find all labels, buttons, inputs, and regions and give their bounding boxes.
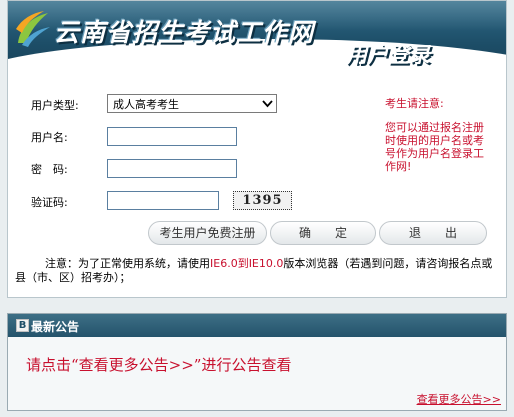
announcement-title: 最新公告 [31, 320, 80, 334]
password-label: 密 码: [31, 163, 68, 176]
announcement-header: B 最新公告 [8, 314, 506, 337]
site-banner: 云南省招生考试工作网 用户登录 [8, 1, 506, 77]
username-label: 用户名: [31, 131, 68, 144]
leaf-swoosh-logo-icon [16, 11, 50, 47]
chevron-down-icon [262, 100, 273, 108]
browser-note-prefix: 注意：为了正常使用系统，请使用 [45, 257, 210, 270]
browser-note: 注意：为了正常使用系统，请使用IE6.0到IE10.0版本浏览器（若遇到问题，请… [15, 257, 503, 285]
user-type-select[interactable]: 成人高考考生 [107, 94, 277, 113]
login-panel: 云南省招生考试工作网 用户登录 用户类型: 成人高考考生 用户名: 密 码: 验… [7, 0, 507, 298]
announcement-panel: B 最新公告 请点击“查看更多公告>>”进行公告查看 查看更多公告>> [7, 313, 507, 411]
announcement-message: 请点击“查看更多公告>>”进行公告查看 [26, 356, 292, 374]
username-input[interactable] [107, 127, 237, 146]
browser-note-versions: IE6.0到IE10.0 [210, 257, 284, 270]
announcement-icon: B [16, 319, 29, 332]
confirm-button[interactable]: 确 定 [270, 221, 376, 245]
password-input[interactable] [107, 159, 237, 178]
register-button[interactable]: 考生用户免费注册 [148, 221, 267, 245]
more-announcements-link[interactable]: 查看更多公告>> [417, 391, 501, 407]
exit-button[interactable]: 退 出 [379, 221, 487, 245]
notice-title: 考生请注意: [385, 97, 444, 110]
notice-body: 您可以通过报名注册时使用的用户名或考号作为用户名登录工作网! [385, 121, 484, 173]
captcha-input[interactable] [107, 191, 219, 210]
captcha-label: 验证码: [31, 196, 68, 209]
user-type-label: 用户类型: [31, 99, 79, 112]
site-title: 云南省招生考试工作网 [54, 18, 315, 47]
user-type-selected-value: 成人高考考生 [113, 98, 179, 111]
captcha-image[interactable]: 1395 [233, 191, 292, 210]
page-title: 用户登录 [346, 43, 430, 67]
